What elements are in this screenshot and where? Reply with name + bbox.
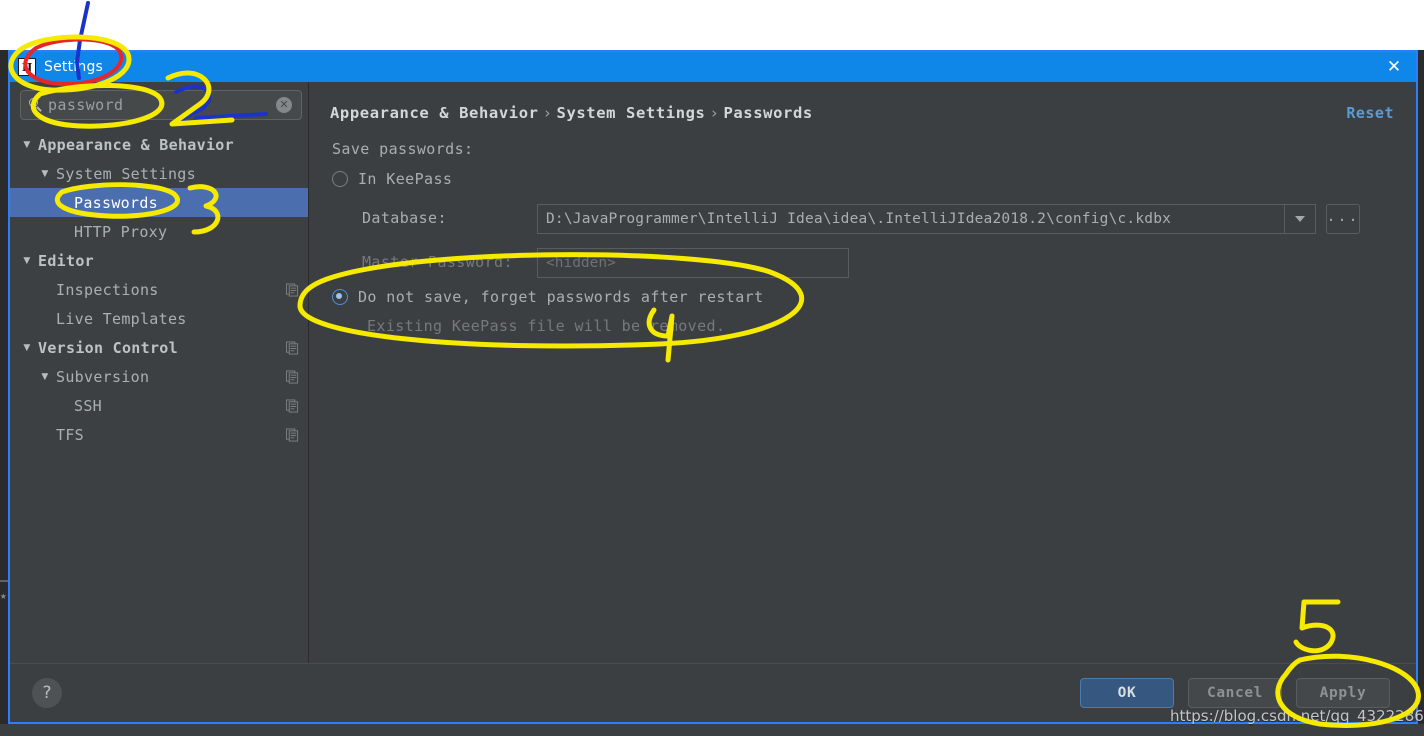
apply-button[interactable]: Apply bbox=[1296, 678, 1390, 708]
sidebar-item-subversion[interactable]: ▼ Subversion bbox=[10, 362, 308, 391]
breadcrumb-segment[interactable]: System Settings bbox=[557, 104, 706, 122]
breadcrumb: Appearance & Behavior › System Settings › Pa… bbox=[330, 104, 813, 122]
sidebar-item-label: Version Control bbox=[38, 338, 178, 357]
master-password-row: Master Password: <hidden> bbox=[332, 248, 1394, 278]
copy-settings-icon[interactable] bbox=[286, 399, 299, 412]
sidebar-item-label: Subversion bbox=[56, 367, 150, 386]
sidebar-item-system-settings[interactable]: ▼ System Settings bbox=[10, 159, 308, 188]
database-browse-button[interactable]: ... bbox=[1326, 204, 1360, 234]
chevron-down-icon[interactable]: ▼ bbox=[20, 256, 34, 266]
chevron-down-icon[interactable]: ▼ bbox=[38, 169, 52, 179]
sidebar-item-appearance-behavior[interactable]: ▼ Appearance & Behavior bbox=[10, 130, 308, 159]
sidebar-item-tfs[interactable]: TFS bbox=[10, 420, 308, 449]
intellij-idea-icon: IJ bbox=[18, 58, 36, 76]
dialog-body: password ✕ ▼ Appearance & Behavior ▼ System… bbox=[10, 82, 1416, 664]
settings-sidebar: password ✕ ▼ Appearance & Behavior ▼ System… bbox=[10, 82, 309, 664]
copy-settings-icon[interactable] bbox=[286, 341, 299, 354]
sidebar-item-label: Inspections bbox=[56, 280, 159, 299]
ide-bottom-strip bbox=[0, 724, 1424, 736]
copy-settings-icon[interactable] bbox=[286, 370, 299, 383]
chevron-down-icon[interactable]: ▼ bbox=[38, 372, 52, 382]
copy-settings-icon[interactable] bbox=[286, 283, 299, 296]
sidebar-item-live-templates[interactable]: Live Templates bbox=[10, 304, 308, 333]
sidebar-item-label: Editor bbox=[38, 251, 94, 270]
keepass-removal-note: Existing KeePass file will be removed. bbox=[367, 317, 726, 335]
screenshot-root: ★ IJ Settings ✕ password ✕ ▼ Appearance &… bbox=[0, 0, 1424, 736]
master-password-value: <hidden> bbox=[546, 255, 616, 271]
radio-in-keepass[interactable]: In KeePass bbox=[332, 170, 452, 188]
close-icon[interactable]: ✕ bbox=[1384, 57, 1404, 77]
master-password-input[interactable]: <hidden> bbox=[537, 248, 849, 278]
radio-do-not-save-indicator[interactable] bbox=[332, 289, 348, 305]
database-path-value: D:\JavaProgrammer\IntelliJ Idea\idea\.In… bbox=[546, 211, 1172, 227]
breadcrumb-separator: › bbox=[542, 104, 553, 122]
ok-button[interactable]: OK bbox=[1080, 678, 1174, 708]
help-icon[interactable]: ? bbox=[32, 678, 62, 708]
dialog-title: Settings bbox=[44, 59, 104, 75]
sidebar-item-label: System Settings bbox=[56, 164, 196, 183]
sidebar-item-label: Passwords bbox=[74, 193, 158, 212]
save-passwords-label: Save passwords: bbox=[332, 140, 474, 158]
search-input[interactable]: password ✕ bbox=[20, 90, 302, 120]
database-path-input[interactable]: D:\JavaProgrammer\IntelliJ Idea\idea\.In… bbox=[537, 204, 1316, 234]
sidebar-item-inspections[interactable]: Inspections bbox=[10, 275, 308, 304]
watermark-text: https://blog.csdn.net/qq_43222869 bbox=[1170, 707, 1424, 725]
sidebar-item-label: SSH bbox=[74, 396, 102, 415]
radio-do-not-save[interactable]: Do not save, forget passwords after rest… bbox=[332, 288, 764, 306]
ide-ghost-star-icon: ★ bbox=[0, 589, 7, 602]
settings-dialog: IJ Settings ✕ password ✕ ▼ Appearance & B… bbox=[8, 50, 1418, 724]
radio-do-not-save-label: Do not save, forget passwords after rest… bbox=[358, 288, 764, 306]
database-label: Database: bbox=[362, 209, 447, 227]
search-field-wrapper: password ✕ bbox=[20, 90, 302, 120]
breadcrumb-segment[interactable]: Passwords bbox=[723, 104, 812, 122]
chevron-down-icon[interactable]: ▼ bbox=[20, 140, 34, 150]
reset-link[interactable]: Reset bbox=[1346, 104, 1394, 122]
sidebar-item-passwords[interactable]: Passwords bbox=[10, 188, 308, 217]
sidebar-item-label: Appearance & Behavior bbox=[38, 135, 234, 154]
sidebar-item-ssh[interactable]: SSH bbox=[10, 391, 308, 420]
sidebar-item-label: TFS bbox=[56, 425, 84, 444]
sidebar-item-version-control[interactable]: ▼ Version Control bbox=[10, 333, 308, 362]
cancel-button[interactable]: Cancel bbox=[1188, 678, 1282, 708]
passwords-form: Save passwords: In KeePass Database: D:\… bbox=[332, 140, 1394, 335]
copy-settings-icon[interactable] bbox=[286, 428, 299, 441]
settings-content-panel: Appearance & Behavior › System Settings › Pa… bbox=[310, 82, 1416, 664]
sidebar-item-label: HTTP Proxy bbox=[74, 222, 168, 241]
chevron-down-icon[interactable] bbox=[1284, 205, 1315, 233]
search-icon bbox=[28, 97, 44, 113]
desktop-backdrop-top bbox=[0, 0, 1424, 50]
search-input-value: password bbox=[48, 96, 124, 114]
dialog-titlebar: IJ Settings ✕ bbox=[10, 52, 1416, 82]
database-row: Database: D:\JavaProgrammer\IntelliJ Ide… bbox=[332, 204, 1394, 234]
clear-icon[interactable]: ✕ bbox=[276, 97, 292, 113]
breadcrumb-separator: › bbox=[709, 104, 720, 122]
chevron-down-icon[interactable]: ▼ bbox=[20, 343, 34, 353]
master-password-label: Master Password: bbox=[362, 253, 513, 271]
radio-in-keepass-indicator[interactable] bbox=[332, 171, 348, 187]
sidebar-item-http-proxy[interactable]: HTTP Proxy bbox=[10, 217, 308, 246]
settings-tree[interactable]: ▼ Appearance & Behavior ▼ System Settings Pa… bbox=[10, 130, 308, 664]
sidebar-item-editor[interactable]: ▼ Editor bbox=[10, 246, 308, 275]
breadcrumb-segment[interactable]: Appearance & Behavior bbox=[330, 104, 539, 122]
sidebar-item-label: Live Templates bbox=[56, 309, 187, 328]
radio-in-keepass-label: In KeePass bbox=[358, 170, 453, 188]
